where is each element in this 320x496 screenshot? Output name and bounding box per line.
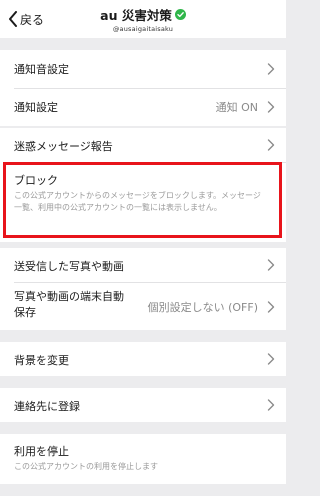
- auto-save-value: 個別設定しない (OFF): [147, 301, 258, 314]
- sent-media-label: 送受信した写真や動画: [14, 260, 124, 273]
- chevron-right-icon: [267, 399, 275, 411]
- background-group: 背景を変更: [0, 342, 286, 376]
- stop-using-label: 利用を停止: [14, 445, 69, 458]
- register-contact-label: 連絡先に登録: [14, 400, 80, 413]
- chevron-right-icon: [267, 101, 275, 113]
- auto-save-label: 写真や動画の端末自動 保存: [14, 289, 124, 321]
- spam-report-label: 迷惑メッセージ報告: [14, 140, 113, 153]
- spam-report-row[interactable]: 迷惑メッセージ報告: [0, 128, 286, 162]
- header-title-block: au 災害対策 @ausaigaitaisaku: [0, 5, 286, 33]
- sent-media-row[interactable]: 送受信した写真や動画: [0, 248, 286, 282]
- notification-sound-label: 通知音設定: [14, 63, 69, 76]
- auto-save-row[interactable]: 写真や動画の端末自動 保存 個別設定しない (OFF): [0, 282, 286, 330]
- chevron-right-icon: [267, 301, 275, 313]
- background-row[interactable]: 背景を変更: [0, 342, 286, 376]
- contact-group: 連絡先に登録: [0, 388, 286, 422]
- background-label: 背景を変更: [14, 354, 69, 367]
- media-group: 送受信した写真や動画 写真や動画の端末自動 保存 個別設定しない (OFF): [0, 248, 286, 330]
- stop-using-row[interactable]: 利用を停止 この公式アカウントの利用を停止します: [0, 434, 286, 484]
- auto-save-label-line2: 保存: [14, 306, 36, 319]
- account-handle: @ausaigaitaisaku: [112, 25, 174, 33]
- chevron-right-icon: [267, 259, 275, 271]
- stop-using-group: 利用を停止 この公式アカウントの利用を停止します: [0, 434, 286, 484]
- notification-setting-value: 通知 ON: [215, 101, 258, 114]
- chevron-right-icon: [267, 139, 275, 151]
- notification-group: 通知音設定 通知設定 通知 ON: [0, 50, 286, 126]
- highlight-frame: [3, 162, 282, 238]
- stop-using-description: この公式アカウントの利用を停止します: [14, 462, 158, 471]
- notification-setting-row[interactable]: 通知設定 通知 ON: [0, 88, 286, 126]
- notification-setting-label: 通知設定: [14, 101, 58, 114]
- nav-header: 戻る au 災害対策 @ausaigaitaisaku: [0, 0, 286, 38]
- auto-save-label-line1: 写真や動画の端末自動: [14, 290, 124, 303]
- chevron-right-icon: [267, 353, 275, 365]
- page-title: au 災害対策: [100, 8, 172, 23]
- notification-sound-row[interactable]: 通知音設定: [0, 50, 286, 88]
- verified-badge-icon: [174, 9, 186, 20]
- register-contact-row[interactable]: 連絡先に登録: [0, 388, 286, 422]
- chevron-right-icon: [267, 63, 275, 75]
